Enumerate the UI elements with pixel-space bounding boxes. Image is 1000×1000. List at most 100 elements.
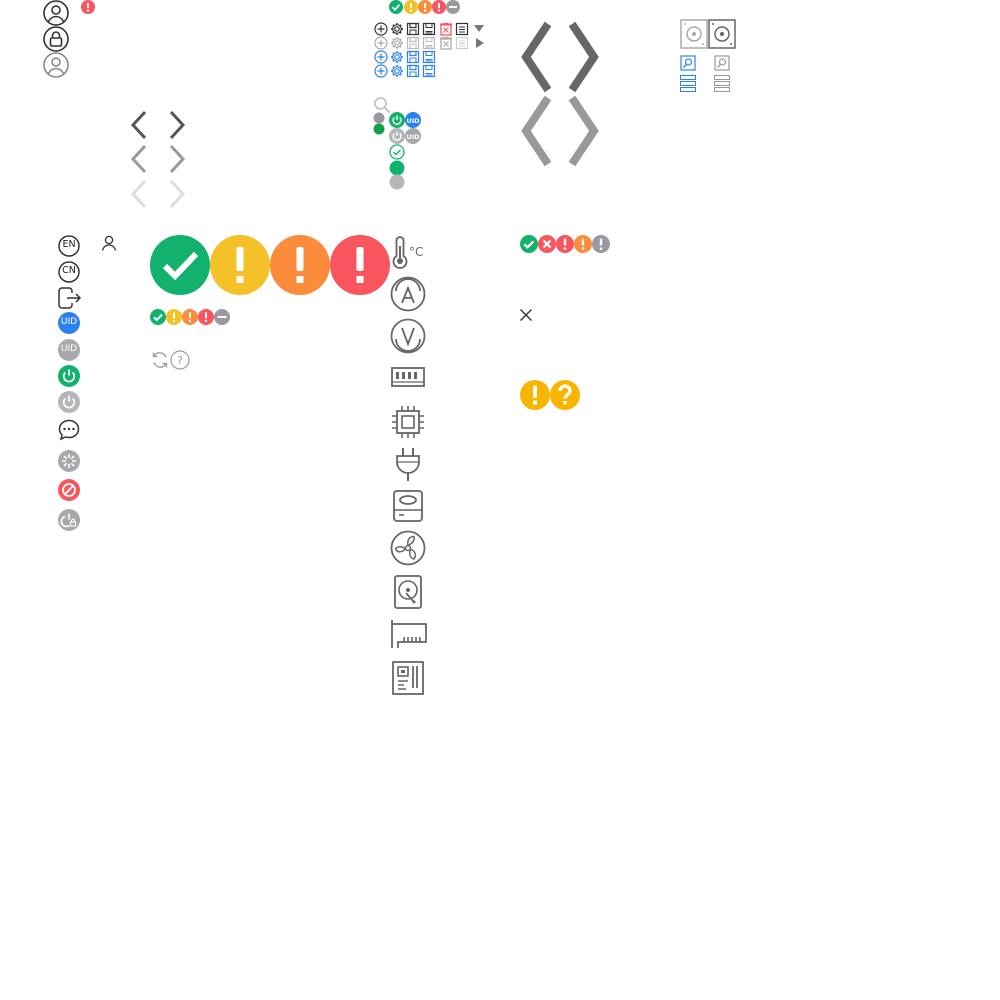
refresh-icon[interactable] <box>150 350 170 370</box>
question-icon[interactable] <box>550 380 580 410</box>
minus-circle-icon <box>214 309 230 325</box>
ok-status-icon <box>150 235 210 295</box>
chevron-left-icon[interactable] <box>128 110 150 140</box>
power-icon[interactable] <box>389 128 405 144</box>
cn-label: CN <box>62 265 76 276</box>
svg-text:UID: UID <box>406 117 420 125</box>
delete-icon[interactable] <box>439 36 453 50</box>
save-as-icon[interactable] <box>422 50 436 64</box>
major-alarm-icon <box>270 235 330 295</box>
add-circle-icon[interactable] <box>374 36 388 50</box>
en-label: EN <box>62 239 76 250</box>
svg-text:?: ? <box>177 354 183 367</box>
hard-disk-icon <box>390 574 426 610</box>
disk-search-icon[interactable] <box>680 55 696 71</box>
chevron-left-icon[interactable] <box>128 144 150 174</box>
lock-circle-icon[interactable] <box>42 26 70 54</box>
power-icon[interactable] <box>58 391 80 413</box>
save-as-icon[interactable] <box>422 22 436 36</box>
add-circle-icon[interactable] <box>374 22 388 36</box>
triangle-right-icon[interactable] <box>475 37 485 49</box>
minus-circle-icon <box>446 0 460 14</box>
language-en-icon[interactable]: EN <box>58 235 80 257</box>
storage-icon <box>390 488 426 524</box>
loading-icon <box>58 450 80 472</box>
critical-alarm-icon <box>556 235 574 253</box>
minor-alarm-icon <box>166 309 182 325</box>
user-icon[interactable] <box>101 235 117 251</box>
critical-alarm-icon <box>432 0 446 14</box>
gear-icon[interactable] <box>390 22 404 36</box>
check-circle-outline-icon <box>389 144 405 160</box>
floppy-disk-icon[interactable] <box>406 36 420 50</box>
uid-icon[interactable]: UID <box>58 312 80 334</box>
power-lock-icon <box>58 509 80 531</box>
user-circle-gray-icon[interactable] <box>42 52 70 80</box>
minor-alarm-icon <box>404 0 418 14</box>
gear-icon[interactable] <box>390 36 404 50</box>
ok-status-icon <box>150 309 166 325</box>
disk-search-icon[interactable] <box>714 55 730 71</box>
list-icon[interactable] <box>455 36 469 50</box>
chevron-right-icon[interactable] <box>166 110 188 140</box>
alert-badge-icon <box>81 0 95 14</box>
disk-icon[interactable] <box>708 19 736 49</box>
logout-icon[interactable] <box>58 287 82 309</box>
check-circle-icon <box>389 0 403 14</box>
uid-icon[interactable]: UID <box>58 339 80 361</box>
expand-diamond-icon[interactable] <box>520 20 600 94</box>
gear-icon[interactable] <box>390 50 404 64</box>
uid-icon[interactable]: UID <box>405 128 421 144</box>
chevron-right-icon[interactable] <box>166 144 188 174</box>
status-dot-icon <box>373 123 385 135</box>
voltage-icon <box>390 318 426 354</box>
uid-icon[interactable]: UID <box>405 112 421 128</box>
save-as-icon[interactable] <box>422 64 436 78</box>
triangle-down-icon[interactable] <box>473 24 485 34</box>
svg-text:UID: UID <box>406 133 420 141</box>
major-alarm-icon <box>574 235 592 253</box>
power-icon[interactable] <box>58 365 80 387</box>
chevron-right-icon[interactable] <box>166 179 188 209</box>
chevron-left-icon[interactable] <box>128 179 150 209</box>
delete-icon[interactable] <box>439 22 453 36</box>
floppy-disk-icon[interactable] <box>406 50 420 64</box>
power-icon[interactable] <box>389 112 405 128</box>
ok-status-icon <box>520 235 538 253</box>
cpu-icon <box>390 404 426 440</box>
add-circle-icon[interactable] <box>374 64 388 78</box>
close-icon[interactable] <box>519 308 533 322</box>
user-circle-icon[interactable] <box>42 0 70 28</box>
warning-icon <box>520 380 550 410</box>
expand-diamond-icon[interactable] <box>520 94 600 168</box>
critical-alarm-icon <box>198 309 214 325</box>
ampere-icon <box>390 276 426 312</box>
disk-icon[interactable] <box>680 19 708 49</box>
uid-label: UID <box>60 317 78 327</box>
memory-icon <box>390 364 426 392</box>
status-dot-icon <box>389 174 405 190</box>
floppy-disk-icon[interactable] <box>406 22 420 36</box>
thermometer-icon: °C <box>390 234 426 270</box>
forbidden-icon <box>58 479 80 501</box>
major-alarm-icon <box>182 309 198 325</box>
gear-icon[interactable] <box>390 64 404 78</box>
chat-icon[interactable] <box>58 419 80 441</box>
server-icon[interactable] <box>714 75 730 92</box>
uid-label: UID <box>60 344 78 354</box>
help-icon[interactable]: ? <box>170 350 190 370</box>
language-cn-icon[interactable]: CN <box>58 261 80 283</box>
server-icon[interactable] <box>680 75 696 92</box>
floppy-disk-icon[interactable] <box>406 64 420 78</box>
minor-alarm-icon <box>210 235 270 295</box>
critical-alarm-icon <box>330 235 390 295</box>
plug-icon <box>390 446 426 482</box>
list-icon[interactable] <box>455 22 469 36</box>
major-alarm-icon <box>418 0 432 14</box>
add-circle-icon[interactable] <box>374 50 388 64</box>
save-as-icon[interactable] <box>422 36 436 50</box>
fan-icon <box>390 530 426 566</box>
mainboard-icon <box>390 660 426 696</box>
error-status-icon <box>538 235 556 253</box>
temperature-unit: °C <box>409 245 424 259</box>
